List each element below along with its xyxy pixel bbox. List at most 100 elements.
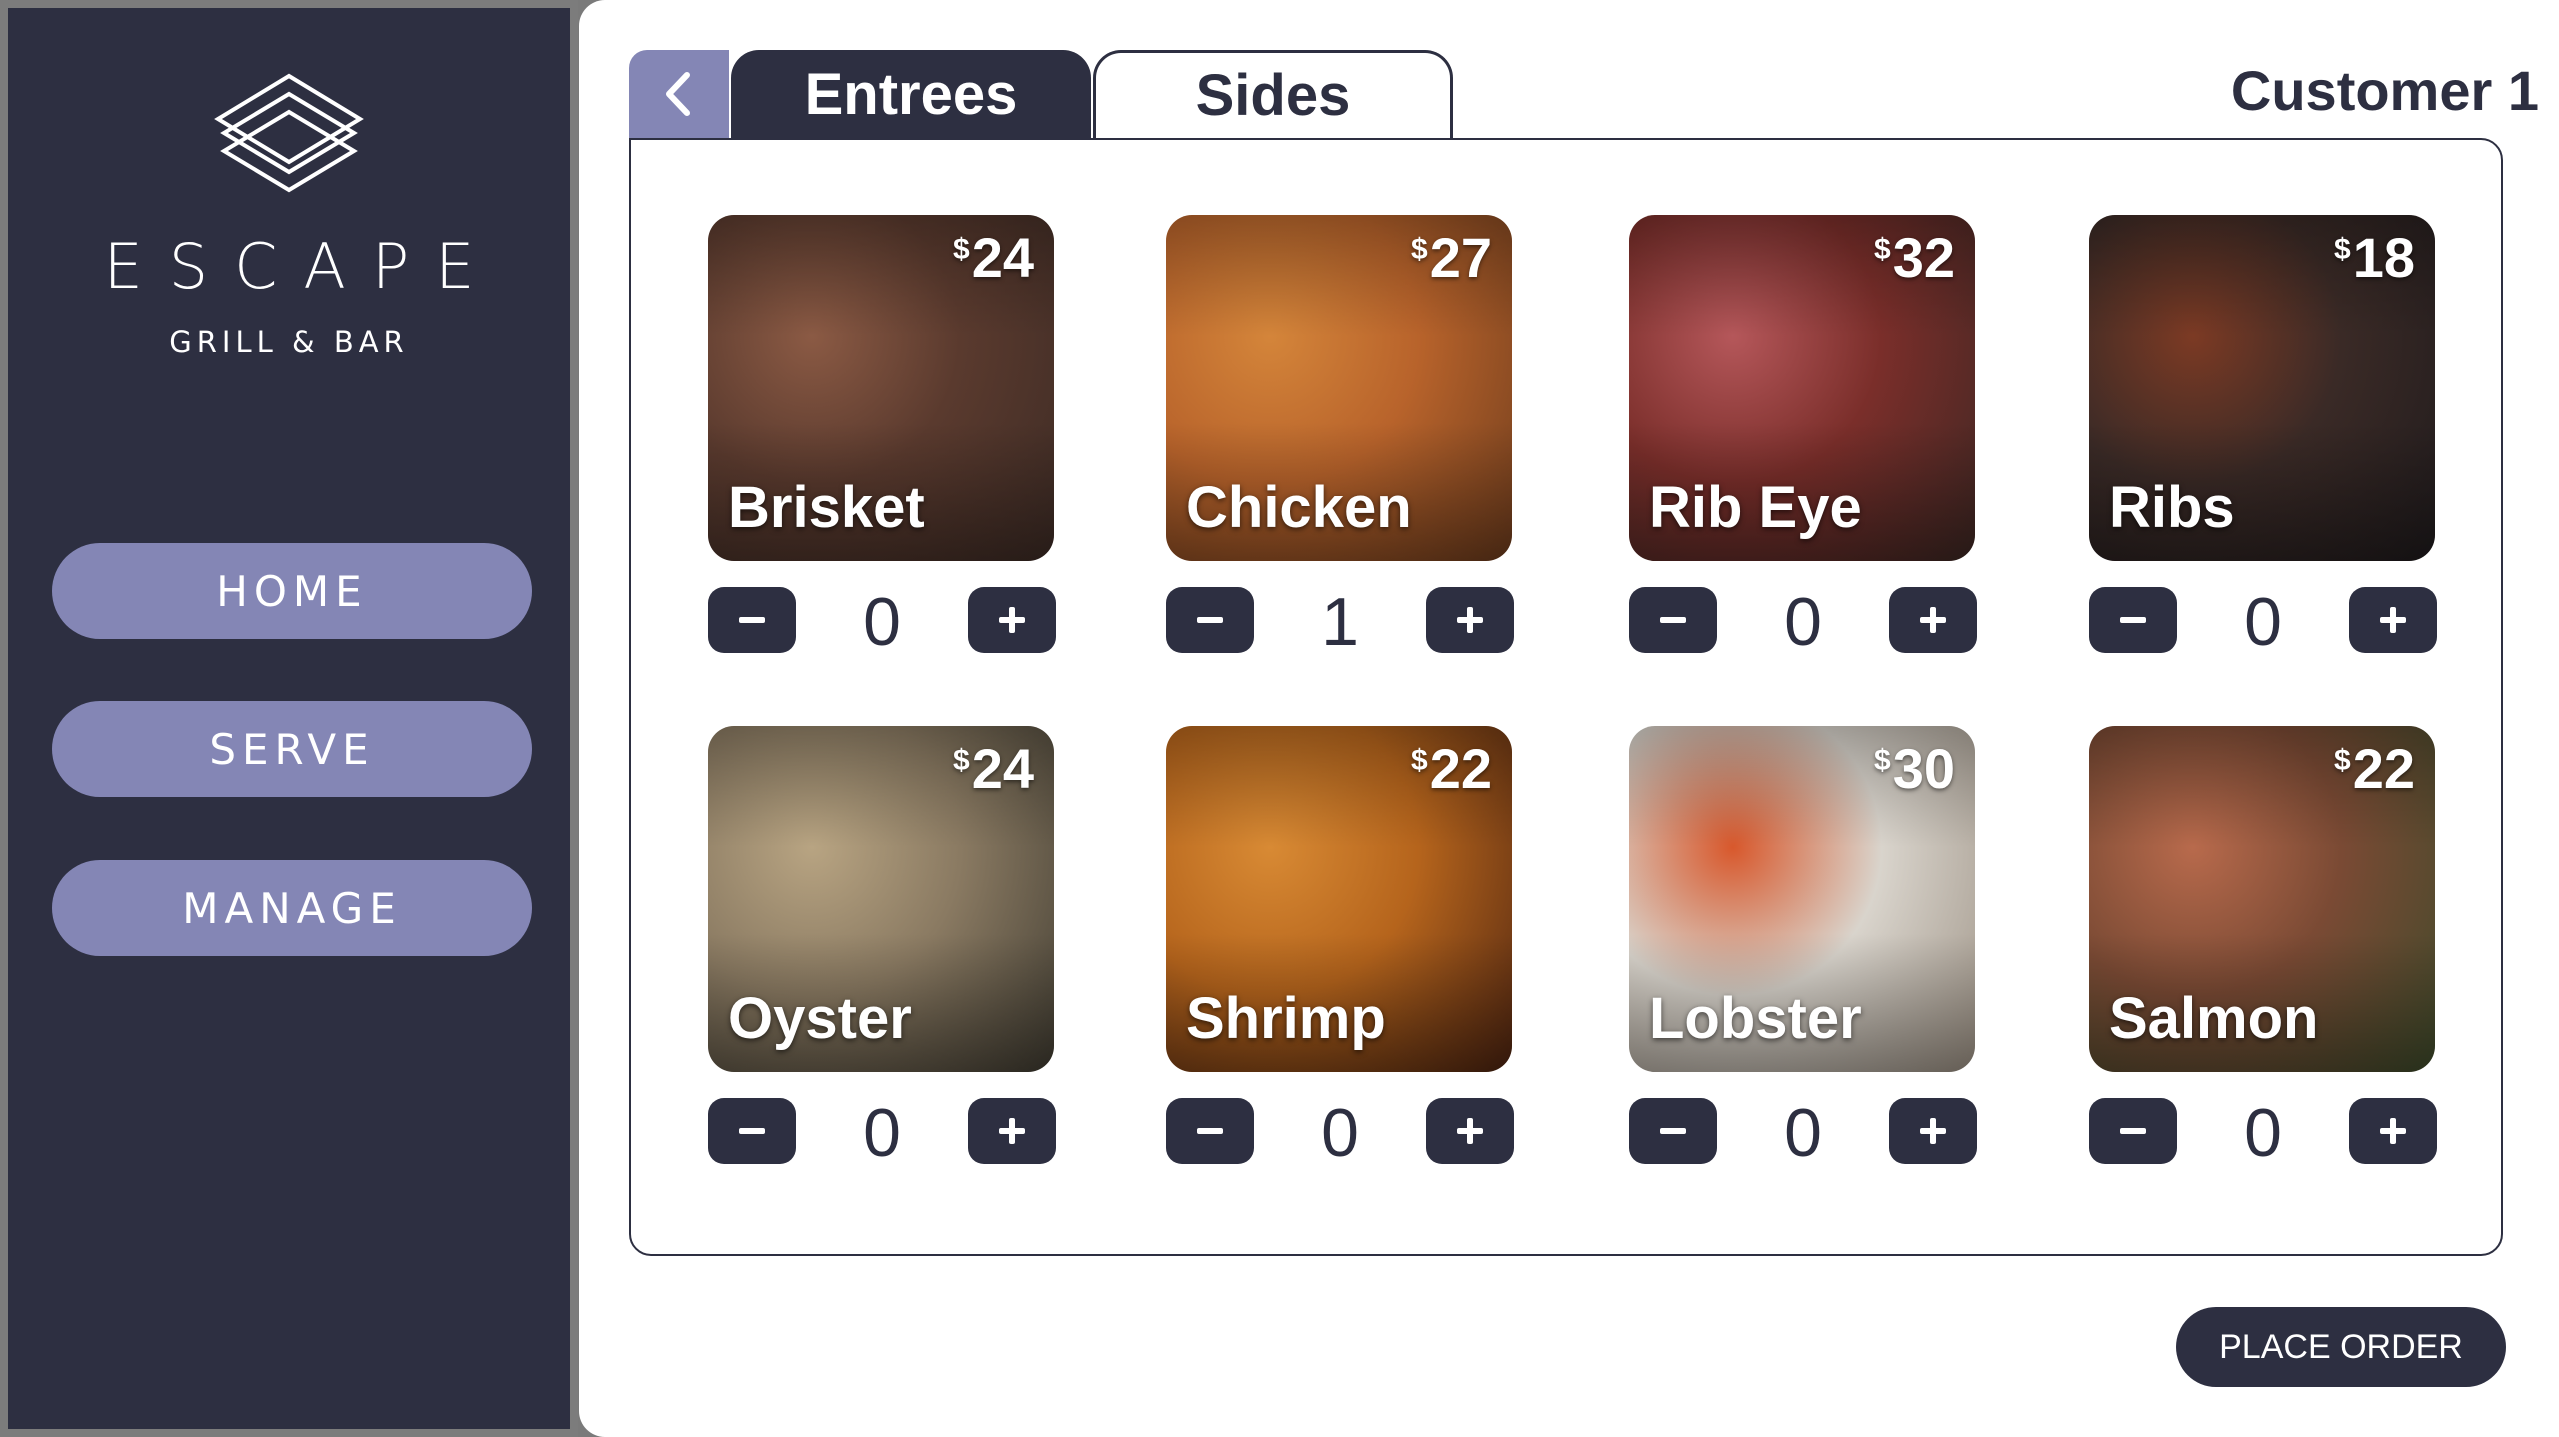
menu-item-price: $24 (953, 736, 1034, 801)
quantity-value: 0 (2244, 1095, 2282, 1171)
plus-icon (999, 1118, 1025, 1144)
menu-item-price: $22 (1411, 736, 1492, 801)
menu-item-price: $32 (1874, 225, 1955, 290)
nav-manage-button[interactable]: MANAGE (52, 860, 532, 956)
quantity-stepper: 0 (1629, 584, 1979, 660)
increase-quantity-button[interactable] (2349, 587, 2437, 653)
price-value: 24 (971, 737, 1034, 800)
menu-item-card: $22 Shrimp 0 (1166, 726, 1516, 1171)
minus-icon (1660, 1128, 1686, 1134)
decrease-quantity-button[interactable] (1166, 1098, 1254, 1164)
menu-item-photo[interactable]: $24 Brisket (708, 215, 1054, 561)
brand-logo: ESCAPE GRILL & BAR (8, 72, 570, 359)
minus-icon (1660, 617, 1686, 623)
plus-icon (1920, 607, 1946, 633)
sidebar: ESCAPE GRILL & BAR HOME SERVE MANAGE (0, 0, 578, 1437)
menu-item-name: Oyster (728, 986, 912, 1051)
increase-quantity-button[interactable] (1889, 1098, 1977, 1164)
menu-item-name: Shrimp (1186, 986, 1386, 1051)
menu-item-card: $18 Ribs 0 (2089, 215, 2439, 660)
decrease-quantity-button[interactable] (1629, 587, 1717, 653)
price-value: 27 (1429, 226, 1492, 289)
quantity-value: 0 (2244, 584, 2282, 660)
price-value: 18 (2352, 226, 2415, 289)
minus-icon (1197, 617, 1223, 623)
price-value: 32 (1892, 226, 1955, 289)
back-button[interactable] (629, 50, 729, 138)
currency-symbol: $ (953, 744, 970, 777)
menu-item-name: Salmon (2109, 986, 2319, 1051)
decrease-quantity-button[interactable] (1629, 1098, 1717, 1164)
increase-quantity-button[interactable] (968, 587, 1056, 653)
decrease-quantity-button[interactable] (2089, 1098, 2177, 1164)
menu-item-price: $24 (953, 225, 1034, 290)
minus-icon (2120, 617, 2146, 623)
menu-item-name: Brisket (728, 475, 925, 540)
currency-symbol: $ (1411, 233, 1428, 266)
quantity-stepper: 0 (2089, 1095, 2439, 1171)
quantity-stepper: 0 (708, 1095, 1058, 1171)
increase-quantity-button[interactable] (968, 1098, 1056, 1164)
price-value: 30 (1892, 737, 1955, 800)
quantity-value: 0 (1784, 1095, 1822, 1171)
menu-item-photo[interactable]: $32 Rib Eye (1629, 215, 1975, 561)
main-content: Entrees Sides Customer 1 $24 Brisket 0 $… (579, 0, 2559, 1437)
menu-item-card: $24 Oyster 0 (708, 726, 1058, 1171)
price-value: 24 (971, 226, 1034, 289)
quantity-value: 0 (863, 584, 901, 660)
nav-home-button[interactable]: HOME (52, 543, 532, 639)
menu-item-photo[interactable]: $22 Shrimp (1166, 726, 1512, 1072)
quantity-stepper: 1 (1166, 584, 1516, 660)
quantity-stepper: 0 (1629, 1095, 1979, 1171)
menu-item-card: $22 Salmon 0 (2089, 726, 2439, 1171)
decrease-quantity-button[interactable] (708, 1098, 796, 1164)
quantity-stepper: 0 (1166, 1095, 1516, 1171)
minus-icon (739, 1128, 765, 1134)
menu-item-photo[interactable]: $27 Chicken (1166, 215, 1512, 561)
menu-item-photo[interactable]: $30 Lobster (1629, 726, 1975, 1072)
menu-item-photo[interactable]: $18 Ribs (2089, 215, 2435, 561)
menu-item-price: $18 (2334, 225, 2415, 290)
plus-icon (1457, 1118, 1483, 1144)
tab-sides[interactable]: Sides (1093, 50, 1453, 138)
quantity-value: 0 (1784, 584, 1822, 660)
menu-grid-panel: $24 Brisket 0 $27 Chicken 1 $32 Rib Eye … (629, 138, 2503, 1256)
plus-icon (2380, 1118, 2406, 1144)
customer-label: Customer 1 (2230, 59, 2539, 122)
menu-item-name: Lobster (1649, 986, 1862, 1051)
menu-item-card: $30 Lobster 0 (1629, 726, 1979, 1171)
increase-quantity-button[interactable] (1426, 587, 1514, 653)
quantity-stepper: 0 (708, 584, 1058, 660)
menu-item-photo[interactable]: $24 Oyster (708, 726, 1054, 1072)
decrease-quantity-button[interactable] (708, 587, 796, 653)
price-value: 22 (1429, 737, 1492, 800)
currency-symbol: $ (1411, 744, 1428, 777)
plus-icon (1457, 607, 1483, 633)
currency-symbol: $ (2334, 744, 2351, 777)
minus-icon (2120, 1128, 2146, 1134)
increase-quantity-button[interactable] (1426, 1098, 1514, 1164)
place-order-button[interactable]: PLACE ORDER (2176, 1307, 2506, 1387)
chevron-left-icon (666, 72, 690, 116)
menu-item-price: $30 (1874, 736, 1955, 801)
brand-name: ESCAPE (103, 230, 501, 303)
tab-entrees[interactable]: Entrees (731, 50, 1091, 138)
menu-item-name: Rib Eye (1649, 475, 1862, 540)
currency-symbol: $ (953, 233, 970, 266)
minus-icon (1197, 1128, 1223, 1134)
menu-item-photo[interactable]: $22 Salmon (2089, 726, 2435, 1072)
increase-quantity-button[interactable] (1889, 587, 1977, 653)
menu-item-name: Chicken (1186, 475, 1412, 540)
currency-symbol: $ (2334, 233, 2351, 266)
menu-item-card: $24 Brisket 0 (708, 215, 1058, 660)
brand-tagline: GRILL & BAR (169, 325, 409, 359)
decrease-quantity-button[interactable] (2089, 587, 2177, 653)
plus-icon (2380, 607, 2406, 633)
plus-icon (999, 607, 1025, 633)
increase-quantity-button[interactable] (2349, 1098, 2437, 1164)
layered-diamond-logo-icon (214, 73, 364, 193)
nav-serve-button[interactable]: SERVE (52, 701, 532, 797)
decrease-quantity-button[interactable] (1166, 587, 1254, 653)
quantity-value: 1 (1321, 584, 1359, 660)
menu-item-card: $32 Rib Eye 0 (1629, 215, 1979, 660)
